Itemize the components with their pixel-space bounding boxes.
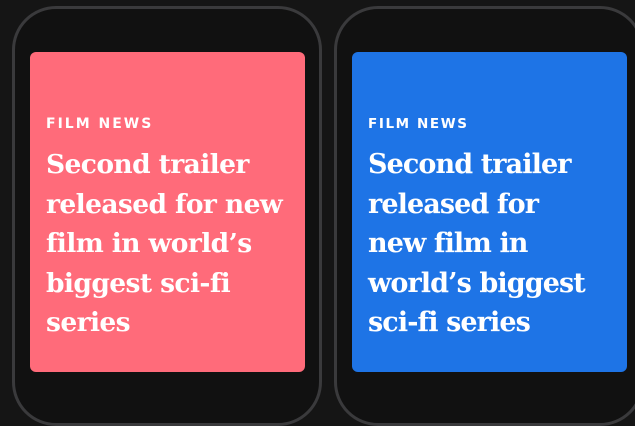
headline-line: Second trailer [46,149,249,180]
card-headline: Second trailer released for new film in … [368,145,611,343]
news-card-left[interactable]: FILM NEWS Second trailer released for ne… [30,52,305,372]
card-category: FILM NEWS [368,116,469,132]
card-headline: Second trailer released for new film in … [46,145,289,343]
headline-line: series [46,307,131,338]
headline-line: sci-fi series [368,307,531,338]
card-category: FILM NEWS [46,116,154,132]
headline-line: released for new [46,188,283,220]
headline-line: world’s biggest [368,267,586,299]
headline-line: Second trailer [368,149,571,180]
headline-line: released for [368,188,539,220]
news-card-right[interactable]: FILM NEWS Second trailer released for ne… [352,52,627,372]
headline-line: new film in [368,228,528,259]
headline-line: film in world’s [46,228,252,259]
headline-line: biggest sci-fi [46,267,231,299]
